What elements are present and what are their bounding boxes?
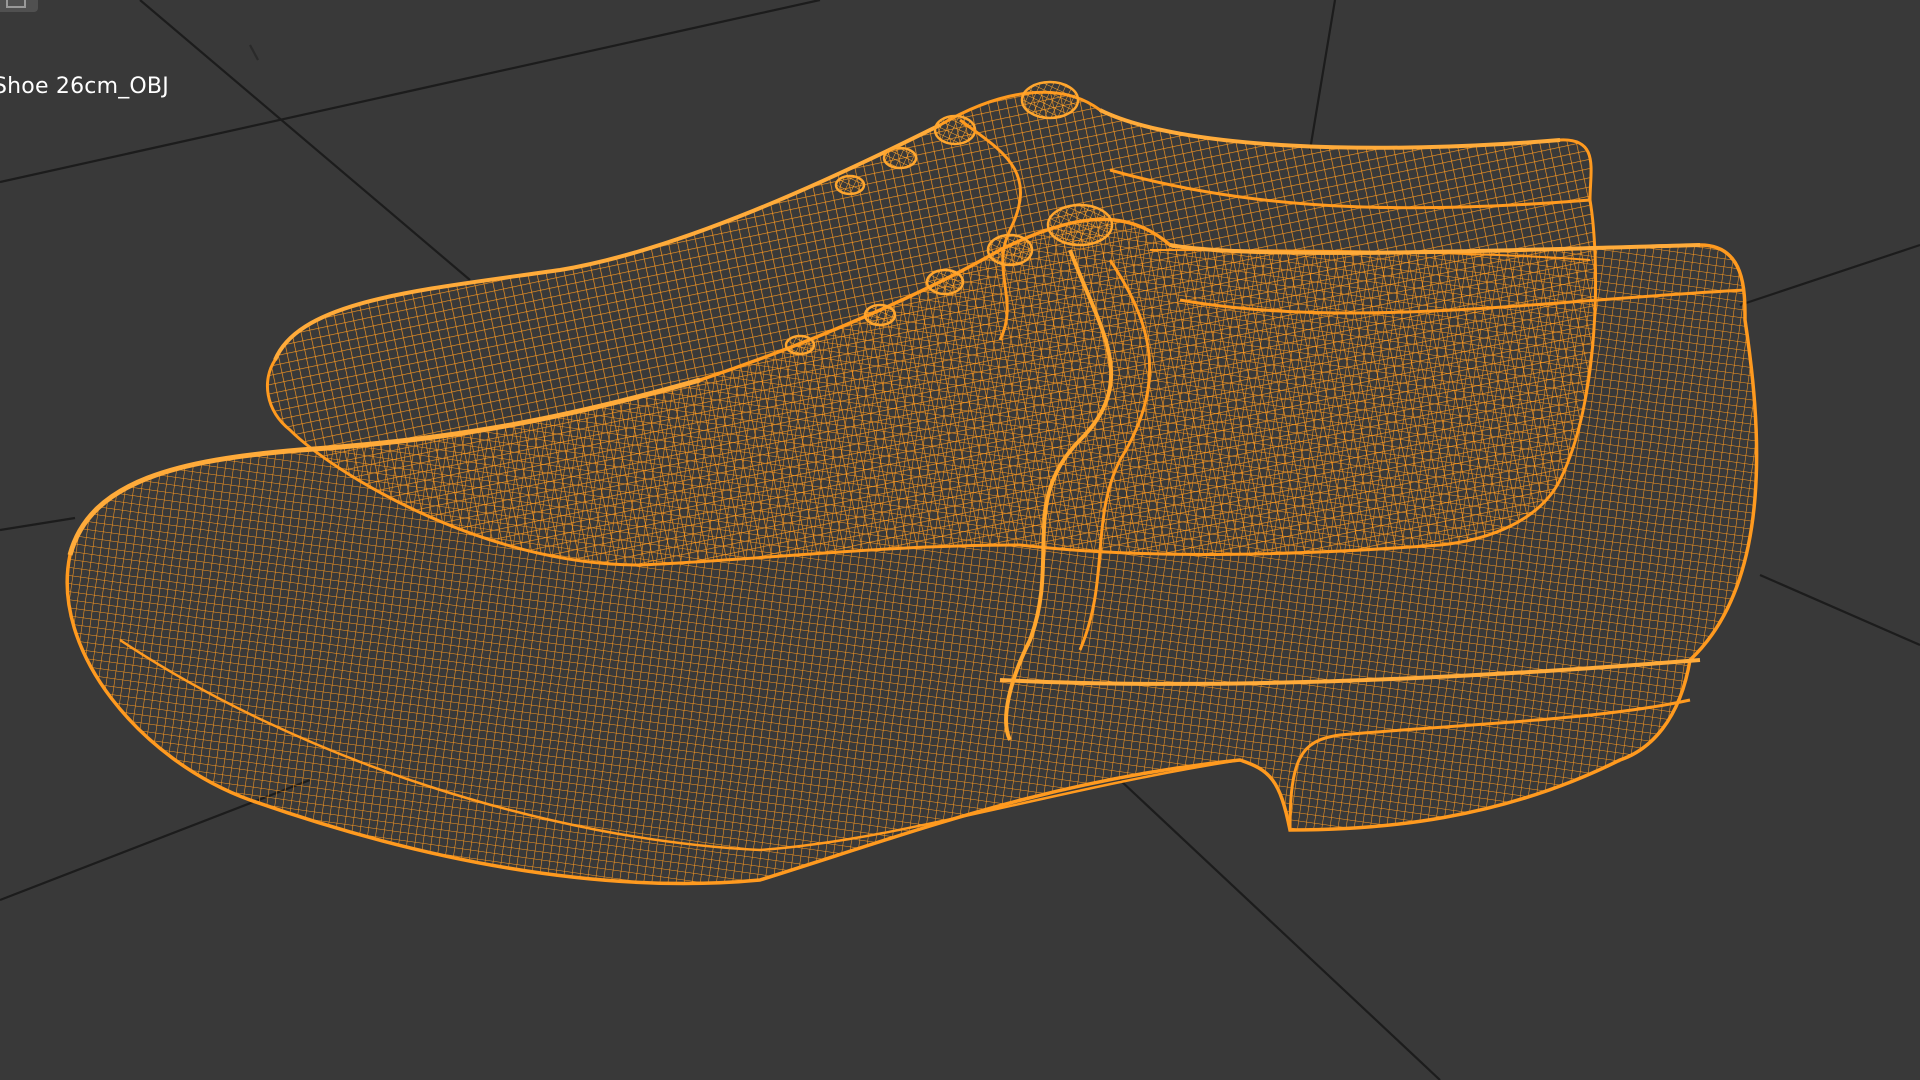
3d-viewport[interactable]: Shoe 26cm_OBJ <box>0 0 1920 1080</box>
object-name-label: Shoe 26cm_OBJ <box>0 74 169 99</box>
viewport-canvas[interactable] <box>0 0 1920 1080</box>
